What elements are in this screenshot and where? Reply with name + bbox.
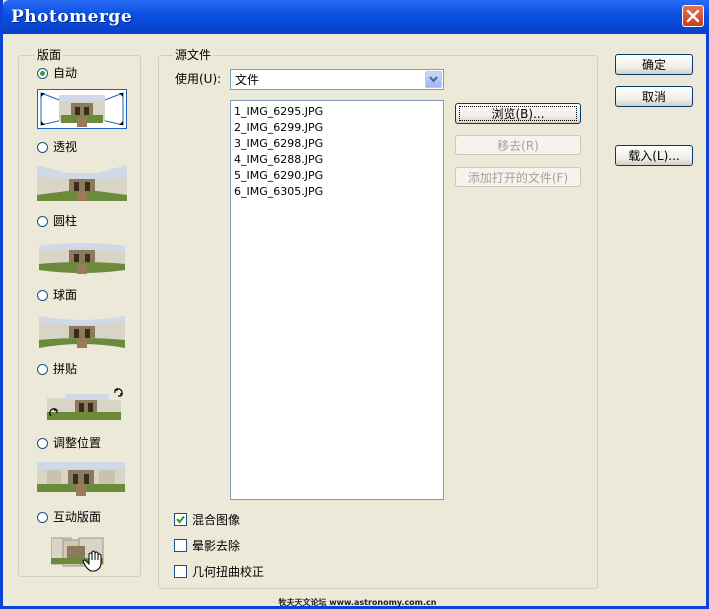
interactive-layout-preview-icon	[51, 537, 104, 572]
perspective-preview-icon	[37, 165, 127, 201]
use-label: 使用(U):	[175, 72, 222, 86]
vignette-removal-checkbox[interactable]	[174, 538, 187, 552]
radio-interactive[interactable]	[37, 511, 48, 523]
add-open-files-button[interactable]: 添加打开的文件(F)	[455, 167, 581, 187]
list-item[interactable]: 4_IMG_6288.JPG	[234, 153, 323, 167]
dropdown-arrow-button[interactable]	[425, 71, 442, 88]
list-item[interactable]: 6_IMG_6305.JPG	[234, 185, 323, 199]
cancel-button-label: 取消	[641, 90, 666, 104]
layout-option-label: 球面	[53, 288, 78, 302]
radio-cylindrical[interactable]	[37, 215, 48, 227]
ok-button[interactable]: 确定	[615, 54, 693, 75]
load-button-label: 载入(L)...	[628, 149, 680, 163]
browse-button[interactable]: 浏览(B)...	[455, 103, 581, 124]
photomerge-dialog: Photomerge 版面 自动 透视 圆柱 球面 拼贴 调整位置 互动版面 源…	[0, 0, 709, 609]
collage-preview-icon	[47, 388, 123, 420]
layout-option-interactive[interactable]: 互动版面	[37, 509, 101, 525]
close-icon	[686, 9, 700, 23]
radio-auto[interactable]	[37, 67, 48, 79]
cylindrical-preview-icon	[39, 243, 125, 274]
list-item[interactable]: 5_IMG_6290.JPG	[234, 169, 323, 183]
layout-option-label: 互动版面	[53, 510, 102, 524]
layout-option-label: 圆柱	[53, 214, 78, 228]
title-bar[interactable]: Photomerge	[3, 0, 709, 34]
radio-reposition[interactable]	[37, 437, 48, 449]
use-select[interactable]: 文件	[230, 69, 444, 90]
browse-button-label: 浏览(B)...	[459, 106, 577, 121]
blend-images-checkbox[interactable]	[174, 512, 187, 526]
list-item[interactable]: 2_IMG_6299.JPG	[234, 121, 323, 135]
layout-option-reposition[interactable]: 调整位置	[37, 435, 101, 451]
blend-images-option[interactable]: 混合图像	[174, 511, 240, 527]
layout-option-label: 拼贴	[53, 362, 78, 376]
remove-button-label: 移去(R)	[497, 139, 539, 153]
auto-layout-preview-icon	[37, 89, 127, 129]
layout-option-collage[interactable]: 拼贴	[37, 361, 77, 377]
layout-option-perspective[interactable]: 透视	[37, 139, 77, 155]
watermark-text: 牧夫天文论坛 www.astronomy.com.cn	[278, 598, 437, 607]
option-label: 晕影去除	[192, 538, 241, 553]
radio-spherical[interactable]	[37, 289, 48, 301]
spherical-preview-icon	[39, 316, 125, 348]
window-title: Photomerge	[11, 7, 133, 27]
add-open-files-button-label: 添加打开的文件(F)	[467, 171, 569, 185]
layout-option-label: 透视	[53, 140, 78, 154]
layout-option-cylindrical[interactable]: 圆柱	[37, 213, 77, 229]
layout-option-auto[interactable]: 自动	[37, 65, 77, 81]
checkmark-icon	[176, 515, 185, 524]
radio-collage[interactable]	[37, 363, 48, 375]
use-select-value: 文件	[235, 73, 260, 87]
option-label: 混合图像	[192, 512, 241, 527]
cancel-button[interactable]: 取消	[615, 86, 693, 107]
reposition-preview-icon	[37, 462, 125, 496]
distortion-correction-checkbox[interactable]	[174, 564, 187, 578]
distortion-correction-option[interactable]: 几何扭曲校正	[174, 563, 264, 579]
list-item[interactable]: 3_IMG_6298.JPG	[234, 137, 323, 151]
chevron-down-icon	[429, 76, 438, 83]
source-files-group-label: 源文件	[173, 48, 214, 62]
remove-button[interactable]: 移去(R)	[455, 135, 581, 155]
list-item[interactable]: 1_IMG_6295.JPG	[234, 105, 323, 119]
close-button[interactable]	[682, 5, 704, 27]
layout-option-label: 调整位置	[53, 436, 102, 450]
load-button[interactable]: 载入(L)...	[615, 145, 693, 166]
file-list[interactable]: 1_IMG_6295.JPG 2_IMG_6299.JPG 3_IMG_6298…	[230, 100, 444, 500]
layout-group-label: 版面	[35, 48, 64, 62]
vignette-removal-option[interactable]: 晕影去除	[174, 537, 240, 553]
layout-option-spherical[interactable]: 球面	[37, 287, 77, 303]
option-label: 几何扭曲校正	[192, 564, 265, 579]
layout-option-label: 自动	[53, 66, 78, 80]
ok-button-label: 确定	[641, 58, 666, 72]
radio-perspective[interactable]	[37, 141, 48, 153]
